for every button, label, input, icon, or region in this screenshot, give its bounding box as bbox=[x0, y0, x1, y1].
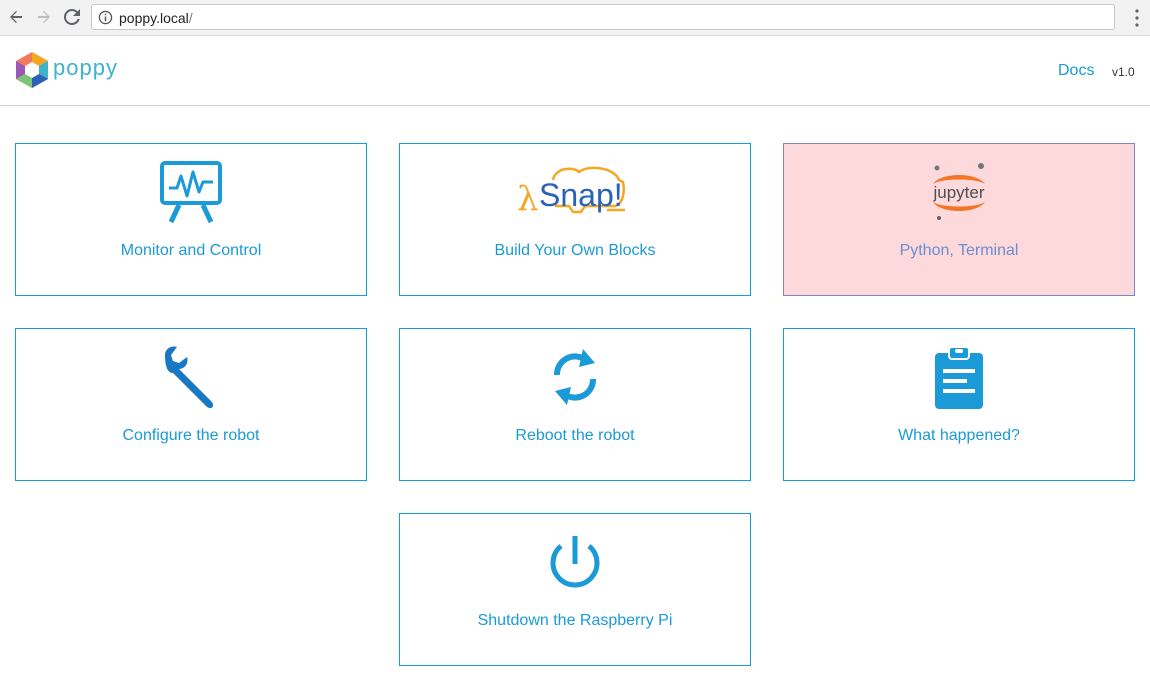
tile-label: Configure the robot bbox=[122, 427, 260, 444]
version-label: v1.0 bbox=[1112, 65, 1135, 79]
back-button[interactable] bbox=[6, 7, 26, 27]
more-vert-icon[interactable] bbox=[1134, 8, 1140, 28]
forward-button[interactable] bbox=[34, 7, 54, 27]
tile-monitor-and-control[interactable]: Monitor and Control bbox=[15, 143, 367, 296]
tile-label: Reboot the robot bbox=[515, 427, 635, 444]
tile-label: Monitor and Control bbox=[120, 242, 262, 259]
jupyter-logo: jupyter bbox=[919, 158, 999, 226]
tile-shutdown-raspberry-pi[interactable]: Shutdown the Raspberry Pi bbox=[399, 513, 751, 666]
tile-label: Build Your Own Blocks bbox=[494, 242, 656, 259]
address-bar[interactable]: poppy.local/ bbox=[91, 4, 1115, 30]
arrow-right-icon bbox=[38, 11, 50, 23]
tile-label: Shutdown the Raspberry Pi bbox=[477, 612, 673, 629]
jupyter-logo-text: jupyter bbox=[932, 183, 984, 202]
svg-text:λ: λ bbox=[517, 179, 539, 219]
app-header: poppy Docs v1.0 bbox=[0, 37, 1150, 106]
clipboard-list-icon bbox=[927, 343, 991, 411]
reload-button[interactable] bbox=[62, 7, 82, 27]
monitor-chart-icon bbox=[159, 158, 223, 226]
power-icon bbox=[543, 528, 607, 596]
poppy-logo[interactable] bbox=[14, 51, 50, 89]
tile-build-your-own-blocks[interactable]: λ Snap! Build Your Own Blocks bbox=[399, 143, 751, 296]
browser-toolbar: poppy.local/ bbox=[0, 0, 1150, 36]
reload-icon bbox=[64, 9, 80, 25]
tile-what-happened[interactable]: What happened? bbox=[783, 328, 1135, 481]
tile-label: What happened? bbox=[898, 427, 1020, 444]
snap-logo: λ Snap! bbox=[515, 158, 635, 226]
arrow-left-icon bbox=[10, 11, 22, 23]
tile-label: Python, Terminal bbox=[899, 242, 1019, 259]
tile-configure-the-robot[interactable]: Configure the robot bbox=[15, 328, 367, 481]
info-icon[interactable] bbox=[98, 10, 113, 25]
wrench-icon bbox=[159, 343, 223, 411]
snap-logo-text: Snap! bbox=[539, 177, 623, 213]
logo-text: poppy bbox=[53, 55, 118, 80]
tile-reboot-the-robot[interactable]: Reboot the robot bbox=[399, 328, 751, 481]
refresh-icon bbox=[543, 343, 607, 411]
tile-python-terminal[interactable]: jupyter Python, Terminal bbox=[783, 143, 1135, 296]
docs-link[interactable]: Docs bbox=[1058, 62, 1094, 80]
url-text: poppy.local/ bbox=[119, 10, 193, 26]
